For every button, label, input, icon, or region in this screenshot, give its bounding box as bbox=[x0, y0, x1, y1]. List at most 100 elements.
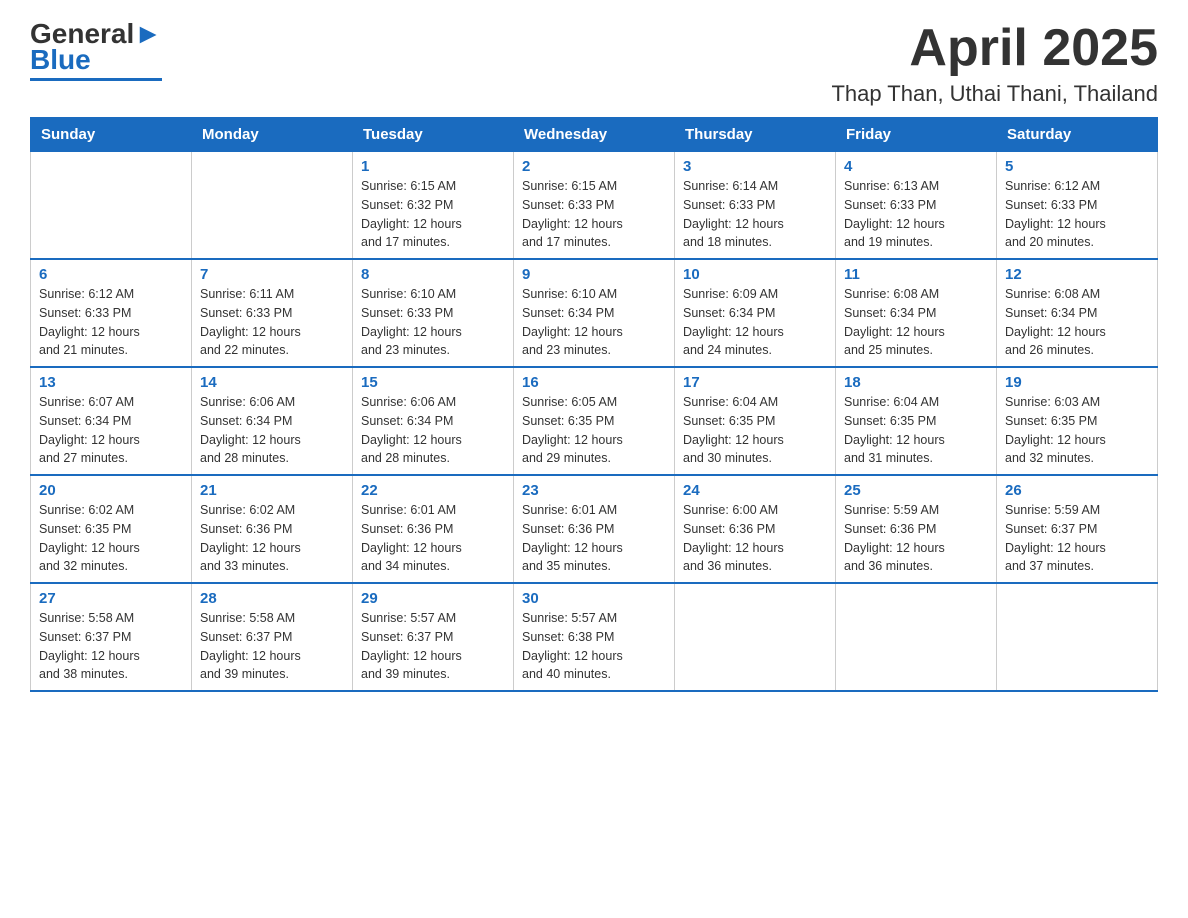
col-sunday: Sunday bbox=[31, 118, 192, 152]
logo: General► Blue bbox=[30, 20, 162, 81]
calendar-week-row: 20 Sunrise: 6:02 AMSunset: 6:35 PMDayligh… bbox=[31, 475, 1158, 583]
day-number: 21 bbox=[200, 482, 344, 499]
day-info: Sunrise: 6:08 AMSunset: 6:34 PMDaylight:… bbox=[844, 285, 988, 360]
table-row: 8 Sunrise: 6:10 AMSunset: 6:33 PMDaylight… bbox=[353, 259, 514, 367]
day-info: Sunrise: 6:06 AMSunset: 6:34 PMDaylight:… bbox=[361, 393, 505, 468]
day-number: 6 bbox=[39, 266, 183, 283]
table-row: 17Sunrise: 6:04 AMSunset: 6:35 PMDayligh… bbox=[675, 367, 836, 475]
table-row: 30 Sunrise: 5:57 AMSunset: 6:38 PMDayligh… bbox=[514, 583, 675, 691]
calendar-table: Sunday Monday Tuesday Wednesday Thursday… bbox=[30, 117, 1158, 692]
day-number: 25 bbox=[844, 482, 988, 499]
day-info: Sunrise: 6:10 AMSunset: 6:33 PMDaylight:… bbox=[361, 285, 505, 360]
day-info: Sunrise: 6:12 AMSunset: 6:33 PMDaylight:… bbox=[1005, 177, 1149, 252]
table-row bbox=[31, 152, 192, 260]
col-friday: Friday bbox=[836, 118, 997, 152]
day-info: Sunrise: 6:01 AMSunset: 6:36 PMDaylight:… bbox=[361, 501, 505, 576]
day-info: Sunrise: 6:04 AMSunset: 6:35 PMDaylight:… bbox=[844, 393, 988, 468]
day-info: Sunrise: 5:57 AMSunset: 6:38 PMDaylight:… bbox=[522, 609, 666, 684]
day-number: 5 bbox=[1005, 158, 1149, 175]
page-header: General► Blue April 2025 Thap Than, Utha… bbox=[30, 20, 1158, 107]
day-info: Sunrise: 6:14 AMSunset: 6:33 PMDaylight:… bbox=[683, 177, 827, 252]
table-row: 1Sunrise: 6:15 AMSunset: 6:32 PMDaylight… bbox=[353, 152, 514, 260]
day-number: 10 bbox=[683, 266, 827, 283]
table-row: 16Sunrise: 6:05 AMSunset: 6:35 PMDayligh… bbox=[514, 367, 675, 475]
table-row bbox=[675, 583, 836, 691]
table-row: 20 Sunrise: 6:02 AMSunset: 6:35 PMDayligh… bbox=[31, 475, 192, 583]
table-row: 12Sunrise: 6:08 AMSunset: 6:34 PMDayligh… bbox=[997, 259, 1158, 367]
day-info: Sunrise: 6:02 AMSunset: 6:35 PMDaylight:… bbox=[39, 501, 183, 576]
day-number: 28 bbox=[200, 590, 344, 607]
day-number: 15 bbox=[361, 374, 505, 391]
table-row: 4 Sunrise: 6:13 AMSunset: 6:33 PMDaylight… bbox=[836, 152, 997, 260]
calendar-header-row: Sunday Monday Tuesday Wednesday Thursday… bbox=[31, 118, 1158, 152]
calendar-week-row: 6 Sunrise: 6:12 AMSunset: 6:33 PMDaylight… bbox=[31, 259, 1158, 367]
logo-blue-line: Blue bbox=[30, 44, 91, 76]
col-monday: Monday bbox=[192, 118, 353, 152]
day-number: 30 bbox=[522, 590, 666, 607]
page-title: April 2025 bbox=[831, 20, 1158, 77]
table-row: 2Sunrise: 6:15 AMSunset: 6:33 PMDaylight… bbox=[514, 152, 675, 260]
table-row: 18 Sunrise: 6:04 AMSunset: 6:35 PMDayligh… bbox=[836, 367, 997, 475]
day-info: Sunrise: 5:59 AMSunset: 6:36 PMDaylight:… bbox=[844, 501, 988, 576]
page-subtitle: Thap Than, Uthai Thani, Thailand bbox=[831, 81, 1158, 107]
table-row: 25 Sunrise: 5:59 AMSunset: 6:36 PMDayligh… bbox=[836, 475, 997, 583]
table-row bbox=[192, 152, 353, 260]
calendar-week-row: 27Sunrise: 5:58 AMSunset: 6:37 PMDayligh… bbox=[31, 583, 1158, 691]
table-row: 22 Sunrise: 6:01 AMSunset: 6:36 PMDayligh… bbox=[353, 475, 514, 583]
logo-blue-text: ► bbox=[134, 18, 162, 49]
day-info: Sunrise: 6:12 AMSunset: 6:33 PMDaylight:… bbox=[39, 285, 183, 360]
day-info: Sunrise: 5:59 AMSunset: 6:37 PMDaylight:… bbox=[1005, 501, 1149, 576]
table-row: 6 Sunrise: 6:12 AMSunset: 6:33 PMDaylight… bbox=[31, 259, 192, 367]
day-number: 19 bbox=[1005, 374, 1149, 391]
day-info: Sunrise: 6:07 AMSunset: 6:34 PMDaylight:… bbox=[39, 393, 183, 468]
day-info: Sunrise: 6:01 AMSunset: 6:36 PMDaylight:… bbox=[522, 501, 666, 576]
day-number: 24 bbox=[683, 482, 827, 499]
day-info: Sunrise: 6:09 AMSunset: 6:34 PMDaylight:… bbox=[683, 285, 827, 360]
table-row: 3 Sunrise: 6:14 AMSunset: 6:33 PMDaylight… bbox=[675, 152, 836, 260]
day-info: Sunrise: 6:13 AMSunset: 6:33 PMDaylight:… bbox=[844, 177, 988, 252]
day-number: 4 bbox=[844, 158, 988, 175]
day-info: Sunrise: 5:58 AMSunset: 6:37 PMDaylight:… bbox=[39, 609, 183, 684]
day-number: 9 bbox=[522, 266, 666, 283]
table-row: 21 Sunrise: 6:02 AMSunset: 6:36 PMDayligh… bbox=[192, 475, 353, 583]
day-info: Sunrise: 6:06 AMSunset: 6:34 PMDaylight:… bbox=[200, 393, 344, 468]
day-number: 22 bbox=[361, 482, 505, 499]
day-info: Sunrise: 5:57 AMSunset: 6:37 PMDaylight:… bbox=[361, 609, 505, 684]
day-number: 7 bbox=[200, 266, 344, 283]
table-row bbox=[836, 583, 997, 691]
day-number: 20 bbox=[39, 482, 183, 499]
day-number: 8 bbox=[361, 266, 505, 283]
table-row: 28 Sunrise: 5:58 AMSunset: 6:37 PMDayligh… bbox=[192, 583, 353, 691]
table-row bbox=[997, 583, 1158, 691]
table-row: 11Sunrise: 6:08 AMSunset: 6:34 PMDayligh… bbox=[836, 259, 997, 367]
day-number: 2 bbox=[522, 158, 666, 175]
title-block: April 2025 Thap Than, Uthai Thani, Thail… bbox=[831, 20, 1158, 107]
day-info: Sunrise: 5:58 AMSunset: 6:37 PMDaylight:… bbox=[200, 609, 344, 684]
day-info: Sunrise: 6:05 AMSunset: 6:35 PMDaylight:… bbox=[522, 393, 666, 468]
table-row: 13 Sunrise: 6:07 AMSunset: 6:34 PMDayligh… bbox=[31, 367, 192, 475]
col-wednesday: Wednesday bbox=[514, 118, 675, 152]
table-row: 7Sunrise: 6:11 AMSunset: 6:33 PMDaylight… bbox=[192, 259, 353, 367]
table-row: 9Sunrise: 6:10 AMSunset: 6:34 PMDaylight… bbox=[514, 259, 675, 367]
day-info: Sunrise: 6:03 AMSunset: 6:35 PMDaylight:… bbox=[1005, 393, 1149, 468]
day-info: Sunrise: 6:02 AMSunset: 6:36 PMDaylight:… bbox=[200, 501, 344, 576]
day-number: 14 bbox=[200, 374, 344, 391]
logo-underline bbox=[30, 78, 162, 81]
day-number: 26 bbox=[1005, 482, 1149, 499]
table-row: 27Sunrise: 5:58 AMSunset: 6:37 PMDayligh… bbox=[31, 583, 192, 691]
calendar-week-row: 13 Sunrise: 6:07 AMSunset: 6:34 PMDayligh… bbox=[31, 367, 1158, 475]
table-row: 26 Sunrise: 5:59 AMSunset: 6:37 PMDayligh… bbox=[997, 475, 1158, 583]
col-tuesday: Tuesday bbox=[353, 118, 514, 152]
col-saturday: Saturday bbox=[997, 118, 1158, 152]
table-row: 23Sunrise: 6:01 AMSunset: 6:36 PMDayligh… bbox=[514, 475, 675, 583]
day-number: 13 bbox=[39, 374, 183, 391]
day-info: Sunrise: 6:08 AMSunset: 6:34 PMDaylight:… bbox=[1005, 285, 1149, 360]
table-row: 10 Sunrise: 6:09 AMSunset: 6:34 PMDayligh… bbox=[675, 259, 836, 367]
day-info: Sunrise: 6:00 AMSunset: 6:36 PMDaylight:… bbox=[683, 501, 827, 576]
day-info: Sunrise: 6:15 AMSunset: 6:32 PMDaylight:… bbox=[361, 177, 505, 252]
day-number: 17 bbox=[683, 374, 827, 391]
day-number: 3 bbox=[683, 158, 827, 175]
table-row: 15 Sunrise: 6:06 AMSunset: 6:34 PMDayligh… bbox=[353, 367, 514, 475]
table-row: 14 Sunrise: 6:06 AMSunset: 6:34 PMDayligh… bbox=[192, 367, 353, 475]
day-number: 18 bbox=[844, 374, 988, 391]
